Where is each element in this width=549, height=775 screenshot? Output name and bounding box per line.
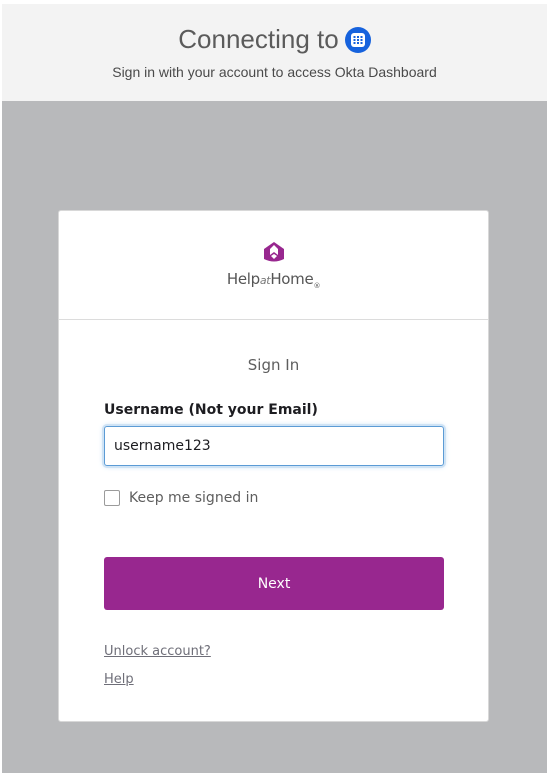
keep-signed-in-label: Keep me signed in	[129, 490, 259, 506]
username-value: username123	[114, 438, 211, 454]
unlock-account-link[interactable]: Unlock account?	[104, 644, 443, 659]
help-link[interactable]: Help	[104, 672, 443, 687]
page-frame: Connecting to Sign in with your account …	[2, 4, 547, 773]
logo-at: at	[259, 273, 271, 287]
connecting-banner: Connecting to Sign in with your account …	[2, 4, 547, 101]
logo-reg: ®	[313, 281, 321, 290]
sign-in-card: HelpatHome® Sign In Username (Not your E…	[58, 210, 489, 722]
sign-in-title: Sign In	[247, 356, 300, 374]
sign-in-form: Sign In Username (Not your Email) userna…	[59, 356, 488, 687]
help-at-home-logo-text: HelpatHome®	[226, 269, 321, 290]
logo-help: Help	[226, 269, 260, 288]
logo-home: Home	[270, 269, 314, 288]
help-links: Unlock account? Help	[104, 644, 443, 687]
username-input[interactable]: username123	[104, 426, 444, 466]
banner-title: Connecting to	[2, 24, 547, 55]
keep-signed-in-row[interactable]: Keep me signed in	[104, 490, 443, 506]
banner-title-text: Connecting to	[178, 24, 339, 54]
okta-app-icon	[344, 26, 371, 53]
banner-subtitle: Sign in with your account to access Okta…	[112, 64, 437, 80]
next-button[interactable]: Next	[104, 557, 444, 610]
help-at-home-logo-icon	[262, 241, 286, 268]
username-label: Username (Not your Email)	[104, 402, 318, 418]
keep-signed-in-checkbox[interactable]	[104, 490, 120, 506]
logo-area: HelpatHome®	[59, 211, 488, 320]
